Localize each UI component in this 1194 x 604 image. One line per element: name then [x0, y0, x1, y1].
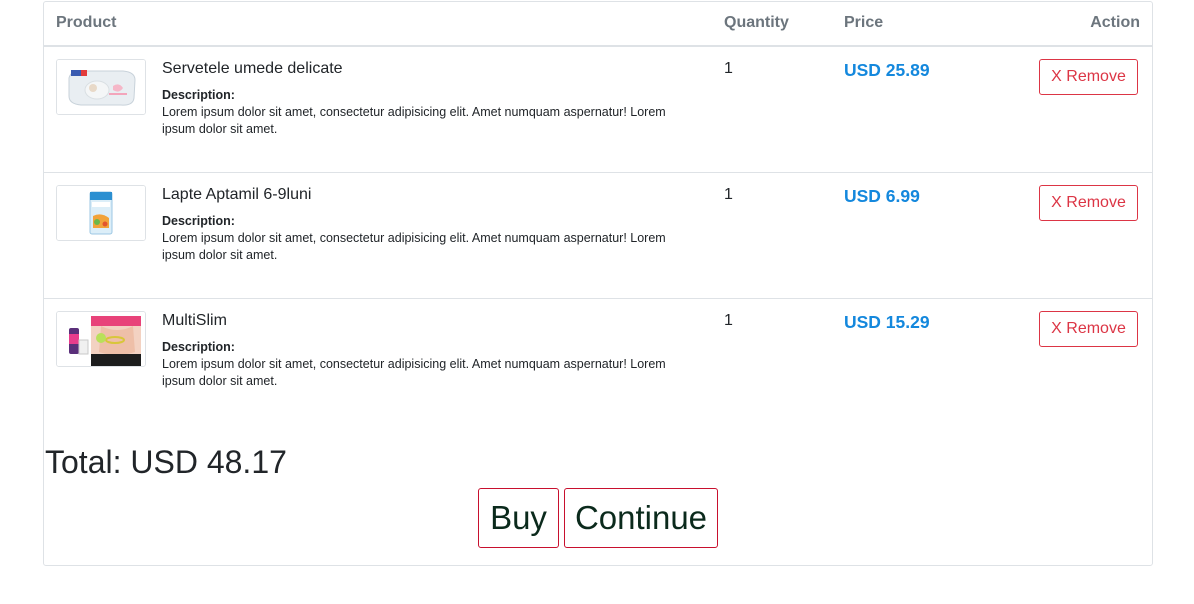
table-row: MultiSlim Description: Lorem ipsum dolor…: [44, 299, 1152, 424]
quantity-value: 1: [724, 60, 733, 77]
header-quantity: Quantity: [724, 14, 789, 31]
product-description: Lorem ipsum dolor sit amet, consectetur …: [162, 231, 666, 262]
description-label: Description:: [162, 214, 235, 228]
remove-button[interactable]: X Remove: [1039, 59, 1138, 95]
product-description: Lorem ipsum dolor sit amet, consectetur …: [162, 357, 666, 388]
product-name[interactable]: MultiSlim: [162, 312, 227, 330]
price-value: USD 25.89: [844, 60, 930, 80]
product-name[interactable]: Lapte Aptamil 6-9luni: [162, 186, 311, 204]
table-header: Product Quantity Price Action: [44, 2, 1152, 47]
description-label: Description:: [162, 88, 235, 102]
header-product: Product: [56, 14, 117, 31]
product-description: Lorem ipsum dolor sit amet, consectetur …: [162, 105, 666, 136]
table-row: Lapte Aptamil 6-9luni Description: Lorem…: [44, 173, 1152, 299]
price-value: USD 6.99: [844, 186, 920, 206]
remove-button[interactable]: X Remove: [1039, 185, 1138, 221]
description-label: Description:: [162, 340, 235, 354]
table-row: Servetele umede delicate Description: Lo…: [44, 47, 1152, 173]
price-value: USD 15.29: [844, 312, 930, 332]
quantity-value: 1: [724, 312, 733, 329]
continue-button[interactable]: Continue: [564, 488, 718, 548]
cart-total: Total: USD 48.17: [45, 444, 287, 480]
quantity-value: 1: [724, 186, 733, 203]
buy-button[interactable]: Buy: [478, 488, 559, 548]
product-name[interactable]: Servetele umede delicate: [162, 60, 343, 78]
milk-formula-box-image: [56, 185, 146, 241]
cart-card: Product Quantity Price Action Servetele …: [43, 1, 1153, 566]
header-action: Action: [1090, 14, 1140, 31]
wet-wipes-pack-image: [56, 59, 146, 115]
slimming-product-image: [56, 311, 146, 367]
header-price: Price: [844, 14, 884, 31]
remove-button[interactable]: X Remove: [1039, 311, 1138, 347]
